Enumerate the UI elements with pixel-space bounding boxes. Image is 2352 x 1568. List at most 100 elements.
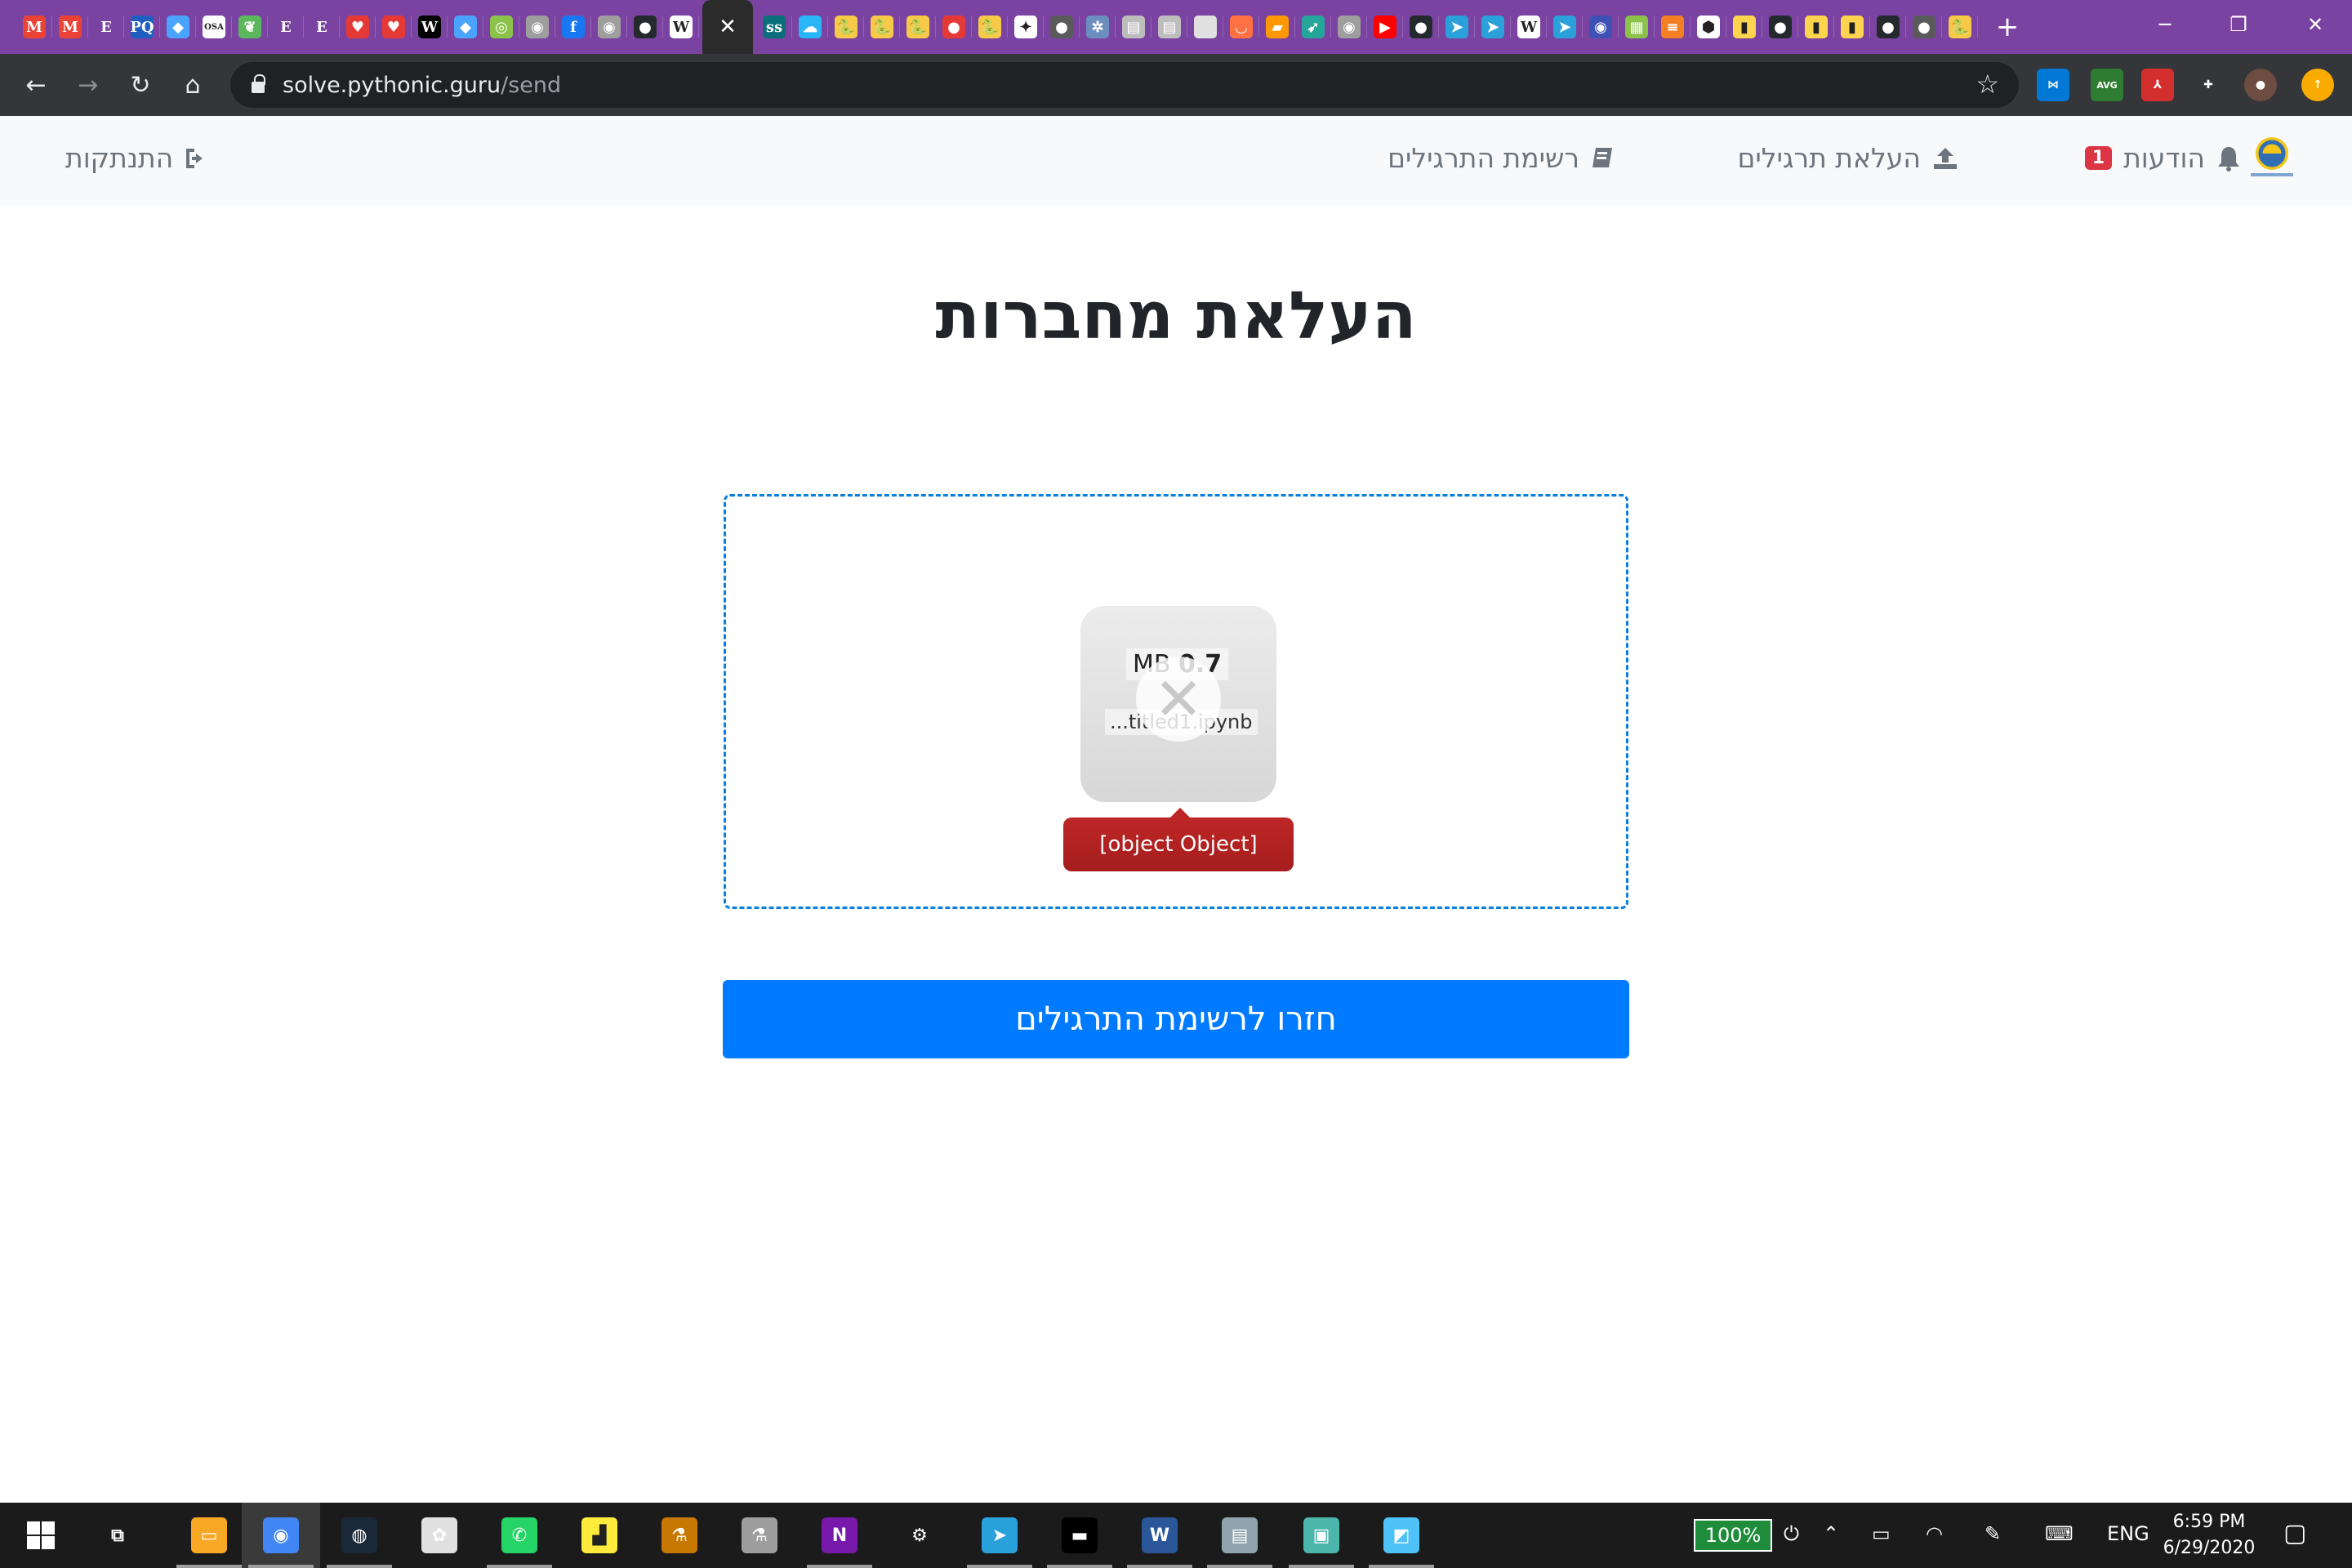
browser-tab[interactable]: ▤ (1116, 0, 1152, 54)
browser-tab[interactable]: ☁ (792, 0, 828, 54)
browser-tab[interactable]: OSA (196, 0, 232, 54)
browser-tab[interactable]: 🐍 (828, 0, 864, 54)
avatar-icon[interactable]: ● (2244, 69, 2277, 101)
close-tab-icon[interactable]: ✕ (719, 15, 737, 39)
browser-tab[interactable]: ▮ (1798, 0, 1834, 54)
browser-tab[interactable]: 🐍 (864, 0, 900, 54)
taskbar-app[interactable]: ◍ (320, 1503, 399, 1568)
browser-tab[interactable]: ♥ (340, 0, 376, 54)
site-logo[interactable] (2246, 132, 2298, 185)
browser-tab[interactable]: ◡ (1223, 0, 1259, 54)
start-button[interactable] (2, 1503, 80, 1568)
keyboard-icon[interactable]: ⌨ (2045, 1522, 2074, 1545)
browser-tab[interactable]: 🐍 (1942, 0, 1978, 54)
system-clock[interactable]: 6:59 PM 6/29/2020 (2156, 1509, 2262, 1561)
active-tab[interactable]: ✕ (702, 0, 753, 54)
browser-tab[interactable]: ◉ (1583, 0, 1619, 54)
taskbar-app[interactable]: ▭ (170, 1503, 248, 1568)
browser-tab[interactable]: ✲ (1080, 0, 1116, 54)
browser-tab[interactable]: E (268, 0, 304, 54)
wifi-icon[interactable]: ◠ (1926, 1522, 1943, 1545)
taskbar-app[interactable]: ⚗ (720, 1503, 799, 1568)
browser-tab[interactable]: ✦ (1008, 0, 1044, 54)
taskbar-app[interactable]: ✿ (400, 1503, 479, 1568)
browser-tab[interactable]: ♥ (376, 0, 412, 54)
browser-tab[interactable]: PQ (124, 0, 160, 54)
browser-tab[interactable]: ● (1403, 0, 1439, 54)
browser-tab[interactable]: ● (627, 0, 663, 54)
back-to-exercises-button[interactable]: חזרו לרשימת התרגילים (723, 980, 1629, 1058)
browser-tab[interactable]: ● (936, 0, 972, 54)
browser-tab[interactable]: ▤ (1152, 0, 1187, 54)
nav-upload-exercises[interactable]: העלאת תרגילים (1737, 142, 1958, 174)
avg-icon[interactable]: AVG (2091, 69, 2123, 101)
browser-tab[interactable]: ▮ (1834, 0, 1870, 54)
browser-tab[interactable]: ◉ (1331, 0, 1367, 54)
browser-tab[interactable]: ➤ (1475, 0, 1511, 54)
battery-tray-icon[interactable]: ▭ (1872, 1522, 1891, 1545)
browser-tab[interactable]: 🐍 (900, 0, 936, 54)
browser-tab[interactable]: W (412, 0, 448, 54)
bookmark-star-icon[interactable]: ☆ (1976, 69, 1999, 100)
taskbar-app[interactable]: ⚙ (880, 1503, 959, 1568)
browser-tab[interactable]: ▶ (1367, 0, 1403, 54)
browser-tab[interactable]: ≡ (1655, 0, 1690, 54)
taskbar-app[interactable]: ◉ (242, 1503, 320, 1568)
browser-tab[interactable]: ▮ (1726, 0, 1762, 54)
minimize-window-button[interactable]: ─ (2128, 0, 2202, 49)
puzzle-icon[interactable]: ✚ (2192, 69, 2225, 101)
browser-tab[interactable]: ➤ (1439, 0, 1475, 54)
taskbar-app[interactable]: ✆ (480, 1503, 559, 1568)
browser-tab[interactable]: f (555, 0, 591, 54)
browser-tab[interactable] (1187, 0, 1223, 54)
lock-icon[interactable] (252, 74, 265, 93)
nav-logout[interactable]: התנתקות (65, 142, 209, 174)
taskbar-app[interactable]: ▤ (1200, 1503, 1279, 1568)
browser-tab[interactable]: ss (756, 0, 792, 54)
browser-tab[interactable]: ◎ (483, 0, 519, 54)
browser-tab[interactable]: ◆ (160, 0, 196, 54)
power-plug-icon[interactable]: ⏻ (1784, 1522, 1799, 1545)
taskbar-app[interactable]: W (1120, 1503, 1199, 1568)
browser-tab[interactable]: ◉ (519, 0, 555, 54)
pen-icon[interactable]: ✎ (1984, 1522, 2001, 1545)
taskbar-app[interactable]: N (800, 1503, 879, 1568)
file-dropzone[interactable]: MB 0.7 ...titled1.ipynb ✕ [object Object… (724, 494, 1628, 909)
pdf-icon[interactable]: ⅄ (2141, 69, 2174, 101)
taskbar-app[interactable]: ▟ (560, 1503, 639, 1568)
browser-tab[interactable]: ➹ (1295, 0, 1331, 54)
browser-tab[interactable]: ● (1762, 0, 1798, 54)
taskbar-app[interactable]: ▬ (1040, 1503, 1119, 1568)
notification-center-icon[interactable]: ▢ (2283, 1519, 2306, 1548)
nav-notifications[interactable]: הודעות 1 (2084, 142, 2241, 174)
browser-tab[interactable]: E (88, 0, 124, 54)
battery-indicator[interactable]: 100% (1694, 1519, 1772, 1552)
browser-tab[interactable]: W (1511, 0, 1547, 54)
vscode-icon[interactable]: ⋈ (2037, 69, 2069, 101)
browser-tab[interactable]: ◆ (448, 0, 483, 54)
browser-tab[interactable]: ◉ (591, 0, 627, 54)
browser-tab[interactable]: 🐍 (972, 0, 1008, 54)
restore-window-button[interactable]: ❐ (2202, 0, 2275, 49)
browser-tab[interactable]: ▰ (1259, 0, 1295, 54)
nav-exercise-list[interactable]: רשימת התרגילים (1388, 142, 1614, 174)
taskbar-app[interactable]: ▣ (1282, 1503, 1361, 1568)
browser-tab[interactable]: W (663, 0, 699, 54)
url-text[interactable]: solve.pythonic.guru/send (283, 73, 561, 98)
browser-tab[interactable]: ⬢ (1690, 0, 1726, 54)
browser-tab[interactable]: M (16, 0, 52, 54)
browser-tab[interactable]: ▦ (1619, 0, 1655, 54)
browser-tab[interactable]: ➤ (1547, 0, 1583, 54)
browser-tab[interactable]: ● (1906, 0, 1942, 54)
new-tab-button[interactable]: + (1984, 0, 2030, 54)
language-indicator[interactable]: ENG (2107, 1522, 2149, 1545)
home-button[interactable]: ⌂ (172, 64, 214, 106)
back-button[interactable]: ← (15, 64, 57, 106)
browser-tab[interactable]: ❦ (232, 0, 268, 54)
taskbar-app[interactable]: ⚗ (640, 1503, 719, 1568)
taskbar-app[interactable]: ➤ (960, 1503, 1039, 1568)
taskbar-app[interactable]: ◩ (1362, 1503, 1441, 1568)
browser-tab[interactable]: E (304, 0, 340, 54)
browser-tab[interactable]: ● (1044, 0, 1080, 54)
update-icon[interactable]: ↑ (2301, 69, 2334, 101)
